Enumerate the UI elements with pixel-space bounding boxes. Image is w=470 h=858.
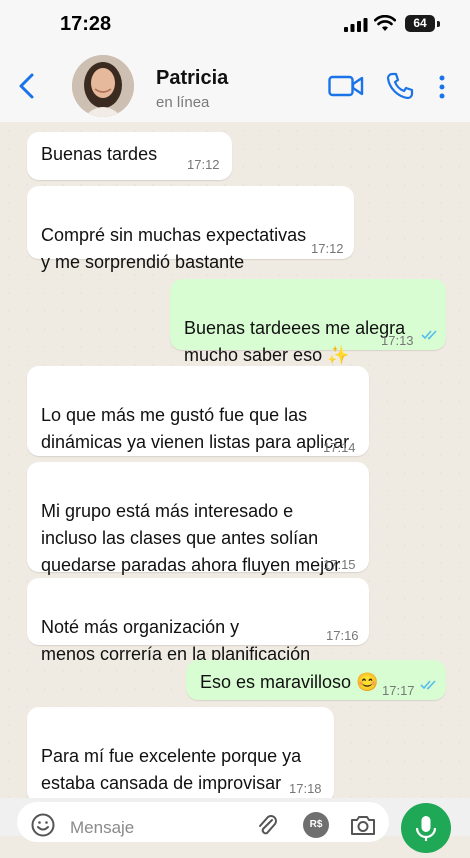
voice-message-button[interactable]: [401, 803, 451, 853]
message-text: Compré sin muchas expectativas y me sorp…: [41, 225, 307, 272]
message-text: Noté más organización y menos correría e…: [41, 617, 311, 664]
message-time: 17:12: [187, 157, 220, 172]
message-text: Buenas tardes: [41, 144, 158, 164]
message-bubble-incoming[interactable]: Noté más organización y menos correría e…: [27, 578, 369, 664]
message-text: Buenas tardeees me alegra mucho saber es…: [184, 318, 406, 365]
message-bubble-incoming[interactable]: Buenas tardes 17:12: [27, 132, 232, 180]
read-receipt-icon: [421, 330, 437, 340]
message-time: 17:13: [381, 333, 414, 348]
message-bubble-incoming[interactable]: Mi grupo está más interesado e incluso l…: [27, 462, 369, 575]
message-time: 17:12: [311, 241, 344, 256]
camera-icon[interactable]: [349, 813, 377, 837]
message-bubble-outgoing[interactable]: Buenas tardeees me alegra mucho saber es…: [170, 279, 446, 365]
microphone-icon: [415, 816, 437, 841]
emoji-icon[interactable]: [30, 812, 56, 838]
message-input-placeholder[interactable]: Mensaje: [70, 818, 134, 838]
battery-indicator: 64: [405, 15, 435, 32]
message-time: 17:15: [323, 557, 356, 572]
message-bubble-incoming[interactable]: Para mí fue excelente porque ya estaba c…: [27, 707, 334, 798]
message-time: 17:17: [382, 683, 415, 698]
more-options-icon[interactable]: [437, 74, 447, 100]
message-time: 17:18: [289, 781, 322, 796]
message-time: 17:14: [323, 440, 356, 455]
avatar-portrait-icon: [72, 55, 134, 117]
read-receipt-icon: [420, 680, 436, 690]
message-time: 17:16: [326, 628, 359, 643]
message-list[interactable]: Buenas tardes 17:12 Compré sin muchas ex…: [0, 122, 470, 798]
message-bubble-incoming[interactable]: Compré sin muchas expectativas y me sorp…: [27, 186, 354, 272]
video-call-icon[interactable]: [328, 74, 364, 98]
message-text: Para mí fue excelente porque ya estaba c…: [41, 746, 302, 793]
status-time: 17:28: [60, 13, 112, 35]
payment-button[interactable]: R$: [303, 812, 329, 838]
attachment-clip-icon[interactable]: [255, 812, 279, 838]
chat-header: Patricia en línea: [0, 50, 470, 123]
phone-call-icon[interactable]: [386, 72, 414, 100]
composer-bar: Mensaje R$: [0, 798, 470, 842]
message-bubble-outgoing[interactable]: Eso es maravilloso 😊 17:17: [186, 660, 446, 700]
message-bubble-incoming[interactable]: Lo que más me gustó fue que las dinámica…: [27, 366, 369, 456]
message-text: Lo que más me gustó fue que las dinámica…: [41, 405, 350, 452]
status-bar: 17:28 64: [0, 0, 470, 50]
back-arrow-icon[interactable]: [16, 72, 38, 100]
message-text: Eso es maravilloso 😊: [200, 672, 379, 692]
contact-status: en línea: [156, 94, 210, 111]
signal-icon: [344, 18, 368, 32]
battery-cap: [437, 21, 440, 27]
wifi-icon: [374, 15, 396, 31]
contact-name[interactable]: Patricia: [156, 67, 228, 90]
contact-avatar[interactable]: [72, 55, 134, 117]
message-text: Mi grupo está más interesado e incluso l…: [41, 501, 341, 575]
